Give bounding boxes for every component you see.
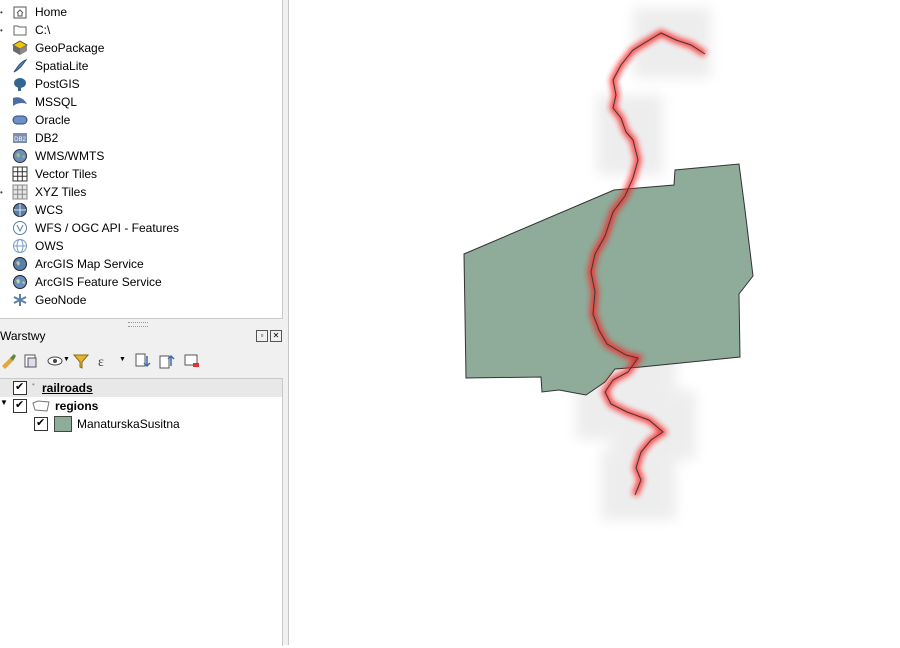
expand-arrow-icon[interactable]: ▼ <box>0 398 8 407</box>
layers-panel-buttons: ▫ ✕ <box>256 330 282 342</box>
close-panel-icon[interactable]: ✕ <box>270 330 282 342</box>
browser-item-arcgis-map[interactable]: ArcGIS Map Service <box>0 255 282 273</box>
expression-filter-icon[interactable]: ε <box>96 352 114 370</box>
layer-row-manaturskasusitna[interactable]: ManaturskaSusitna <box>0 415 282 433</box>
layer-name: railroads <box>42 381 93 395</box>
xyz-tiles-icon <box>12 184 28 200</box>
browser-item-label: DB2 <box>35 131 59 145</box>
browser-item-label: WMS/WMTS <box>35 149 105 163</box>
browser-item-ows[interactable]: OWS <box>0 237 282 255</box>
remove-layer-icon[interactable] <box>183 352 201 370</box>
home-folder-icon <box>13 6 27 19</box>
db2-icon: DB2 <box>13 133 27 143</box>
browser-item-label: MSSQL <box>35 95 78 109</box>
left-dock-area: • Home • C:\ GeoPackage SpatiaLite PostG… <box>0 0 285 646</box>
layer-visibility-checkbox[interactable] <box>13 398 27 413</box>
wcs-globe-icon <box>13 203 27 217</box>
drive-folder-icon <box>13 25 27 36</box>
browser-item-label: ArcGIS Feature Service <box>35 275 162 289</box>
style-brush-icon[interactable] <box>0 352 18 370</box>
line-symbol-icon: • <box>32 380 35 389</box>
panel-resize-grip[interactable] <box>128 322 148 327</box>
layer-visibility-checkbox[interactable] <box>13 380 27 395</box>
browser-item-label: GeoPackage <box>35 41 105 55</box>
expand-arrow-icon[interactable]: • <box>0 26 4 35</box>
browser-item-label: ArcGIS Map Service <box>35 257 144 271</box>
svg-text:DB2: DB2 <box>14 137 26 143</box>
region-polygon-manaturskasusitna[interactable] <box>463 163 754 396</box>
chevron-down-icon[interactable]: ▼ <box>119 356 126 363</box>
layers-panel-title: Warstwy <box>0 329 46 343</box>
collapse-all-icon[interactable] <box>158 352 176 370</box>
browser-item-label: Vector Tiles <box>35 167 98 181</box>
browser-item-label: PostGIS <box>35 77 80 91</box>
arcgis-map-icon <box>13 257 27 271</box>
mssql-icon <box>13 97 27 106</box>
browser-item-wms-wmts[interactable]: WMS/WMTS <box>0 147 282 165</box>
browser-item-geopackage[interactable]: GeoPackage <box>0 39 282 57</box>
spatialite-icon <box>13 59 28 73</box>
ows-globe-icon <box>13 239 27 253</box>
layer-name: ManaturskaSusitna <box>77 417 180 431</box>
browser-item-label: GeoNode <box>35 293 87 307</box>
browser-item-db2[interactable]: DB2 DB2 <box>0 129 282 147</box>
oracle-icon <box>12 115 28 125</box>
layers-toolbar: ▼ ε ▼ <box>0 350 282 372</box>
browser-item-vector-tiles[interactable]: Vector Tiles <box>0 165 282 183</box>
browser-item-c-drive[interactable]: • C:\ <box>0 21 282 39</box>
browser-item-label: Oracle <box>35 113 71 127</box>
postgis-elephant-icon <box>14 78 26 91</box>
browser-panel: • Home • C:\ GeoPackage SpatiaLite PostG… <box>0 0 283 319</box>
map-canvas[interactable] <box>288 0 900 645</box>
browser-item-label: SpatiaLite <box>35 59 89 73</box>
fill-symbol-swatch <box>54 416 72 432</box>
browser-item-label: WCS <box>35 203 63 217</box>
browser-item-label: OWS <box>35 239 64 253</box>
vector-tiles-icon <box>12 166 28 182</box>
float-panel-icon[interactable]: ▫ <box>256 330 268 342</box>
browser-item-postgis[interactable]: PostGIS <box>0 75 282 93</box>
expand-all-icon[interactable] <box>134 352 152 370</box>
geopackage-icon <box>12 40 28 55</box>
geonode-icon <box>13 294 27 306</box>
layer-row-railroads[interactable]: • railroads <box>0 379 282 397</box>
browser-item-oracle[interactable]: Oracle <box>0 111 282 129</box>
browser-item-arcgis-feature[interactable]: ArcGIS Feature Service <box>0 273 282 291</box>
browser-item-label: WFS / OGC API - Features <box>35 221 180 235</box>
arcgis-feature-icon <box>13 275 27 289</box>
layer-row-regions[interactable]: ▼ regions <box>0 397 282 415</box>
add-group-icon[interactable] <box>22 352 40 370</box>
expand-arrow-icon[interactable]: • <box>0 8 4 17</box>
wfs-globe-icon <box>13 221 27 235</box>
browser-item-label: C:\ <box>35 23 51 37</box>
layer-name: regions <box>55 399 99 413</box>
expand-arrow-icon[interactable]: • <box>0 188 4 197</box>
browser-item-wcs[interactable]: WCS <box>0 201 282 219</box>
visibility-eye-icon[interactable] <box>46 352 64 370</box>
browser-item-geonode[interactable]: GeoNode <box>0 291 282 309</box>
map-svg <box>463 8 754 520</box>
browser-item-label: XYZ Tiles <box>35 185 87 199</box>
wms-globe-icon <box>13 149 27 163</box>
browser-item-xyz-tiles[interactable]: • XYZ Tiles <box>0 183 282 201</box>
browser-item-mssql[interactable]: MSSQL <box>0 93 282 111</box>
browser-item-wfs[interactable]: WFS / OGC API - Features <box>0 219 282 237</box>
browser-item-spatialite[interactable]: SpatiaLite <box>0 57 282 75</box>
polygon-layer-icon <box>32 400 50 412</box>
layer-visibility-checkbox[interactable] <box>34 416 48 431</box>
layers-tree: • railroads ▼ regions ManaturskaSusitna <box>0 378 283 646</box>
svg-text:ε: ε <box>98 355 104 370</box>
chevron-down-icon[interactable]: ▼ <box>63 356 70 363</box>
browser-item-label: Home <box>35 5 68 19</box>
browser-item-home[interactable]: • Home <box>0 3 282 21</box>
filter-funnel-icon[interactable] <box>72 352 90 370</box>
